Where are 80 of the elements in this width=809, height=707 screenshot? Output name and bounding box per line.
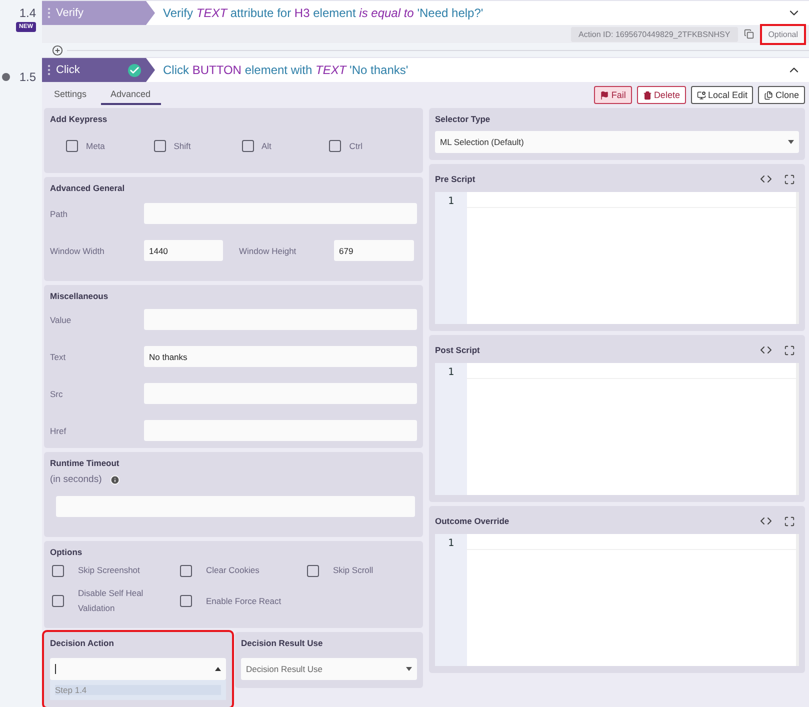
checkbox[interactable] <box>52 564 64 576</box>
checkbox[interactable] <box>307 564 319 576</box>
trash-icon <box>642 90 652 100</box>
monitor-icon <box>696 90 706 100</box>
panel-title: Pre Script <box>435 174 476 184</box>
fullscreen-icon[interactable] <box>784 344 795 356</box>
checkbox-label: Clear Cookies <box>206 564 260 577</box>
code-icon[interactable] <box>760 173 772 185</box>
line-number: 1 <box>435 192 467 324</box>
checkbox[interactable] <box>329 140 342 152</box>
line-number: 1 <box>435 534 467 666</box>
checkbox-label: Meta <box>86 141 105 151</box>
field-hint: (in seconds) <box>50 474 102 485</box>
step-number: 1.4 <box>19 6 36 20</box>
action-chip[interactable]: Click <box>42 58 155 82</box>
field-label: Path <box>50 208 68 218</box>
panel-title: Add Keypress <box>50 114 108 124</box>
checkbox-label: Alt <box>262 141 272 151</box>
code-editor[interactable]: 1 <box>435 363 799 495</box>
field-label: Window Width <box>50 246 106 256</box>
fullscreen-icon[interactable] <box>784 516 795 526</box>
step-number: 1.5 <box>19 70 36 84</box>
step-description: Click BUTTON element with TEXT 'No thanks' <box>163 63 410 77</box>
decision-result-select[interactable]: Decision Result Use <box>241 658 417 680</box>
checkbox[interactable] <box>180 595 192 607</box>
optional-button[interactable]: Optional <box>760 24 806 44</box>
tab[interactable]: Settings <box>44 85 97 105</box>
field-label: Src <box>50 388 64 398</box>
panel-title: Decision Result Use <box>241 638 324 648</box>
tab[interactable]: Advanced <box>100 85 161 105</box>
step-dot <box>2 73 10 81</box>
info-icon[interactable] <box>110 474 120 484</box>
checkbox-label: Shift <box>174 141 191 151</box>
panel-title: Selector Type <box>435 114 492 124</box>
checkbox[interactable] <box>180 564 192 576</box>
flag-icon <box>600 90 610 100</box>
panel-title: Miscellaneous <box>50 291 110 301</box>
checkbox[interactable] <box>52 595 64 607</box>
checkbox-label: Disable Self Heal Validation <box>78 587 144 615</box>
clone-button[interactable]: Clone <box>758 86 805 104</box>
input-field[interactable]: No thanks <box>144 346 417 367</box>
timeout-field[interactable] <box>56 496 415 517</box>
field-label: Href <box>50 426 68 436</box>
delete-button[interactable]: Delete <box>636 86 686 104</box>
path-field[interactable] <box>144 203 417 224</box>
action-id: Action ID: 1695670449829_2TFKBSNHSY <box>570 26 738 42</box>
width-field[interactable]: 1440 <box>144 240 223 261</box>
checkbox-label: Skip Scroll <box>333 564 374 577</box>
code-icon[interactable] <box>760 515 772 527</box>
panel-title: Outcome Override <box>435 516 510 526</box>
input-field[interactable] <box>144 309 417 330</box>
checkbox-label: Ctrl <box>349 141 362 151</box>
field-label: Window Height <box>239 246 298 256</box>
panel-title: Decision Action <box>50 638 115 648</box>
add-step-icon[interactable] <box>52 44 63 56</box>
step-description: Verify TEXT attribute for H3 element is equal to 'Need help?' <box>163 6 484 20</box>
panel-title: Runtime Timeout <box>50 458 120 468</box>
input-field[interactable] <box>144 420 417 441</box>
selector-type-select[interactable]: ML Selection (Default) <box>435 131 799 153</box>
local-edit-button[interactable]: Local Edit <box>690 86 754 104</box>
copy-icon[interactable] <box>744 29 754 39</box>
checkbox[interactable] <box>66 140 78 152</box>
fullscreen-icon[interactable] <box>784 174 795 184</box>
height-field[interactable]: 679 <box>334 240 414 261</box>
code-editor[interactable]: 1 <box>435 534 799 666</box>
panel-title: Advanced General <box>50 183 126 193</box>
checkbox[interactable] <box>154 140 166 152</box>
panel-title: Post Script <box>435 345 480 355</box>
panel-title: Options <box>50 547 84 557</box>
code-icon[interactable] <box>760 344 772 356</box>
checkbox-label: Enable Force React <box>206 594 282 608</box>
code-editor[interactable]: 1 <box>435 192 799 324</box>
field-label: Text <box>50 352 67 362</box>
line-number: 1 <box>435 363 467 495</box>
checkbox[interactable] <box>242 140 254 152</box>
field-label: Value <box>50 314 72 324</box>
checkbox-label: Skip Screenshot <box>78 564 140 577</box>
input-field[interactable] <box>144 383 417 404</box>
fail-button[interactable]: Fail <box>594 86 632 104</box>
copy-icon <box>764 90 774 100</box>
